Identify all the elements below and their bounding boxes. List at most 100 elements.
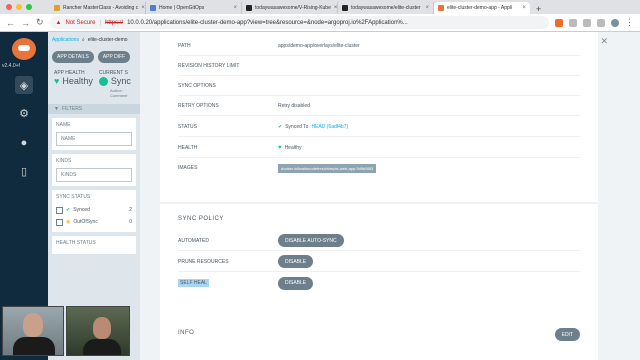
edit-button[interactable]: EDIT bbox=[554, 328, 580, 341]
extension-icon[interactable] bbox=[583, 18, 591, 27]
not-secure-label[interactable]: Not Secure bbox=[66, 20, 96, 26]
tab-title: todaywasawesome/V-Rising-Kube bbox=[255, 5, 331, 11]
forward-icon[interactable]: → bbox=[21, 18, 30, 28]
close-tab-icon[interactable]: × bbox=[425, 5, 429, 11]
extension-icon[interactable] bbox=[569, 18, 577, 27]
kinds-filter-input[interactable]: KINDS bbox=[56, 168, 132, 182]
close-tab-icon[interactable]: × bbox=[334, 5, 337, 11]
heart-icon: ♥ bbox=[54, 76, 60, 86]
browser-tab[interactable]: Rancher MasterClass - Avoiding c × bbox=[50, 2, 146, 14]
close-icon[interactable]: ✕ bbox=[600, 36, 608, 47]
kinds-filter: KINDS KINDS bbox=[52, 154, 136, 186]
close-tab-icon[interactable]: × bbox=[522, 5, 526, 11]
tab-favicon-icon bbox=[54, 5, 60, 11]
layers-icon[interactable]: ◈ bbox=[15, 76, 33, 94]
filter-label: Synced bbox=[73, 207, 90, 213]
row-key: PRUNE RESOURCES bbox=[178, 258, 229, 265]
filter-icon: ▼ bbox=[54, 106, 59, 112]
user-icon[interactable]: ● bbox=[15, 134, 33, 152]
sync-policy-title: SYNC POLICY bbox=[178, 216, 224, 222]
warning-icon[interactable]: ▲ bbox=[56, 20, 62, 26]
argo-favicon-icon bbox=[438, 5, 444, 11]
version-label: v2.4.0+f bbox=[2, 63, 20, 69]
summary-card: PATH apps/demo-app/overlays/elite-cluster… bbox=[160, 32, 598, 202]
sync-filter-outofsync[interactable]: ◉ OutOfSync 0 bbox=[56, 216, 132, 228]
maximize-window-button[interactable] bbox=[26, 4, 32, 10]
profile-avatar[interactable] bbox=[611, 18, 619, 27]
check-circle-icon: ✔ bbox=[278, 123, 283, 130]
close-tab-icon[interactable]: × bbox=[141, 5, 145, 11]
info-title: INFO bbox=[178, 330, 195, 336]
browser-tab-active[interactable]: elite-cluster-demo-app - Appli × bbox=[434, 2, 530, 14]
minimize-window-button[interactable] bbox=[16, 4, 22, 10]
health-status-label: HEALTH STATUS bbox=[56, 240, 96, 246]
sync-filter-synced[interactable]: ✔ Synced 2 bbox=[56, 204, 132, 216]
row-key: REVISION HISTORY LIMIT bbox=[178, 62, 240, 69]
person-head bbox=[93, 317, 111, 339]
image-tag: docker.io/kostiscodefresh/simple-web-app… bbox=[278, 163, 377, 173]
revision-link[interactable]: HEAD (6adf4b7) bbox=[311, 124, 348, 130]
separator: | bbox=[99, 19, 102, 26]
checkbox[interactable] bbox=[56, 206, 63, 214]
url-scheme: https:// bbox=[105, 19, 124, 26]
github-icon bbox=[246, 5, 252, 11]
app-toolbar: APP DETAILS APP DIFF bbox=[48, 48, 140, 66]
back-icon[interactable]: ← bbox=[6, 18, 15, 28]
person-body bbox=[13, 337, 55, 355]
brave-shield-icon[interactable] bbox=[555, 18, 563, 27]
new-tab-button[interactable]: + bbox=[530, 4, 547, 14]
summary-row-images: IMAGES docker.io/kostiscodefresh/simple-w… bbox=[178, 158, 580, 178]
sync-status-label: SYNC STATUS bbox=[56, 194, 91, 200]
close-window-button[interactable] bbox=[6, 4, 12, 10]
row-key: IMAGES bbox=[178, 165, 198, 171]
status-summary: APP HEALTH ♥ Healthy CURRENT S Sync bbox=[48, 66, 140, 90]
check-circle-icon bbox=[98, 76, 108, 86]
sync-status-filter: SYNC STATUS ✔ Synced 2 ◉ OutOfSync 0 bbox=[52, 190, 136, 232]
app-details-button[interactable]: APP DETAILS bbox=[52, 51, 94, 63]
disable-self-heal-button[interactable]: DISABLE bbox=[278, 276, 314, 290]
disable-auto-sync-button[interactable]: DISABLE AUTO-SYNC bbox=[278, 234, 344, 247]
filter-label: OutOfSync bbox=[73, 219, 98, 225]
webcam-video bbox=[2, 306, 64, 356]
health-value: Healthy bbox=[284, 144, 302, 151]
reload-icon[interactable]: ↻ bbox=[36, 17, 44, 28]
menu-icon[interactable]: ⋮ bbox=[625, 17, 634, 28]
docs-icon[interactable]: ▯ bbox=[15, 162, 33, 180]
sync-policy-card: SYNC POLICY AUTOMATED DISABLE AUTO-SYNC P… bbox=[160, 204, 598, 328]
browser-tab[interactable]: todaywasawesome/V-Rising-Kube × bbox=[242, 2, 338, 14]
disable-prune-button[interactable]: DISABLE bbox=[278, 255, 314, 268]
address-bar[interactable]: ▲ Not Secure | https://10.0.0.20/applica… bbox=[49, 16, 549, 29]
browser-tab[interactable]: todaywasawesome/elite-cluster × bbox=[338, 2, 434, 14]
app-details-panel: ✕ PATH apps/demo-app/overlays/elite-clust… bbox=[140, 32, 640, 360]
close-tab-icon[interactable]: × bbox=[233, 5, 237, 11]
sync-policy-prune: PRUNE RESOURCES DISABLE bbox=[178, 252, 580, 272]
window-controls bbox=[0, 0, 50, 14]
person-body bbox=[83, 339, 121, 355]
summary-row-path: PATH apps/demo-app/overlays/elite-cluster bbox=[178, 36, 580, 56]
filters-header[interactable]: ▼ FILTERS bbox=[48, 104, 140, 114]
breadcrumb-applications[interactable]: Applications bbox=[52, 37, 79, 43]
row-key: SYNC OPTIONS bbox=[178, 82, 216, 89]
filter-count: 2 bbox=[129, 207, 132, 213]
name-filter-input[interactable]: NAME bbox=[56, 132, 132, 146]
checkbox[interactable] bbox=[56, 218, 63, 226]
name-filter-label: NAME bbox=[56, 122, 71, 128]
app-diff-button[interactable]: APP DIFF bbox=[97, 51, 131, 63]
browser-tab[interactable]: Home | OpenGitOps × bbox=[146, 2, 242, 14]
search-icon: ⌕ bbox=[81, 37, 85, 43]
gear-icon[interactable]: ⚙ bbox=[15, 104, 33, 122]
tab-favicon-icon bbox=[150, 5, 156, 11]
sync-author: Author: Comment bbox=[110, 88, 128, 98]
filters-label: FILTERS bbox=[61, 106, 83, 112]
row-value: apps/demo-app/overlays/elite-cluster bbox=[278, 42, 360, 49]
summary-row-retry: RETRY OPTIONS Retry disabled bbox=[178, 96, 580, 116]
argo-logo-icon[interactable] bbox=[12, 38, 36, 60]
row-key: PATH bbox=[178, 42, 191, 49]
current-sync-value[interactable]: Sync bbox=[111, 76, 131, 86]
extension-icon[interactable] bbox=[597, 18, 605, 27]
webcam-video bbox=[66, 306, 130, 356]
breadcrumb-current[interactable]: elite-cluster-demo bbox=[88, 37, 128, 43]
person-head bbox=[23, 313, 43, 337]
github-icon bbox=[342, 5, 348, 11]
current-sync: CURRENT S Sync bbox=[98, 70, 131, 86]
